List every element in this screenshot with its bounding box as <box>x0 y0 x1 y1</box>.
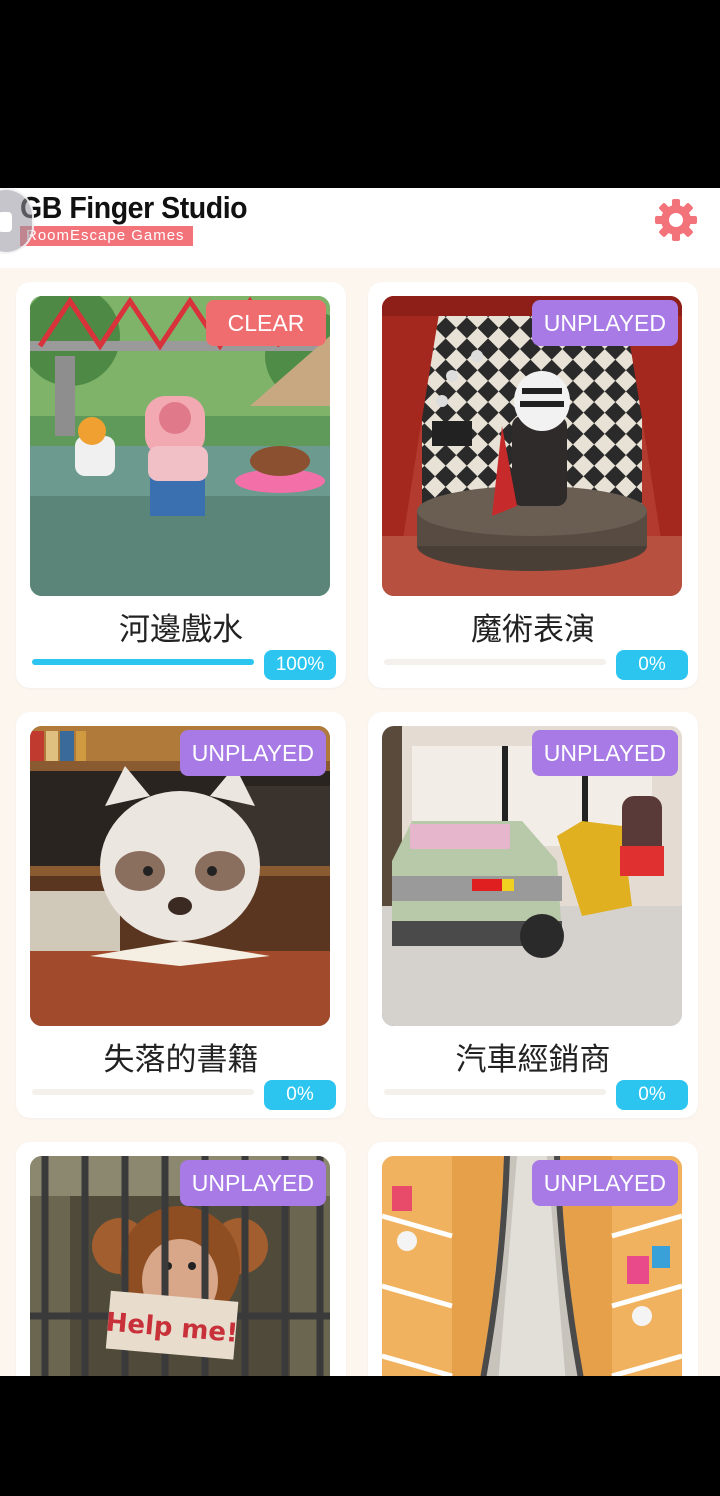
gear-icon <box>655 199 697 241</box>
status-badge: UNPLAYED <box>531 300 678 346</box>
status-bar-area <box>0 0 720 188</box>
app-header: GB Finger Studio RoomEscape Games <box>0 188 720 268</box>
studio-logo-title: GB Finger Studio <box>20 190 248 225</box>
status-badge: UNPLAYED <box>531 730 678 776</box>
game-thumbnail: UNPLAYED <box>30 726 330 1026</box>
progress-bar <box>384 1089 606 1095</box>
progress-percent: 0% <box>264 1080 336 1110</box>
game-thumbnail: Help me! UNPLAYED <box>30 1156 330 1376</box>
game-card-library[interactable]: UNPLAYED 失落的書籍 0% <box>16 712 346 1118</box>
game-title: 河邊戲水 <box>119 612 243 648</box>
progress-percent: 0% <box>616 650 688 680</box>
progress-percent: 0% <box>616 1080 688 1110</box>
game-thumbnail: UNPLAYED <box>382 1156 682 1376</box>
game-thumbnail: UNPLAYED <box>382 726 682 1026</box>
navigation-bar-area <box>0 1376 720 1496</box>
game-card-magic[interactable]: UNPLAYED 魔術表演 0% <box>368 282 698 688</box>
game-thumbnail: UNPLAYED <box>382 296 682 596</box>
status-badge: UNPLAYED <box>179 1160 326 1206</box>
game-title: 魔術表演 <box>471 612 595 648</box>
progress-percent: 100% <box>264 650 336 680</box>
progress-bar <box>32 659 254 665</box>
studio-logo-subtitle: RoomEscape Games <box>20 226 193 246</box>
game-card-mall[interactable]: UNPLAYED <box>368 1142 698 1376</box>
progress-bar <box>32 1089 254 1095</box>
status-badge: UNPLAYED <box>531 1160 678 1206</box>
progress-fill <box>32 659 254 665</box>
game-select-screen: GB Finger Studio RoomEscape Games CLEAR … <box>0 188 720 1376</box>
game-card-river[interactable]: CLEAR 河邊戲水 100% <box>16 282 346 688</box>
status-badge: UNPLAYED <box>179 730 326 776</box>
progress-bar <box>384 659 606 665</box>
settings-button[interactable] <box>652 196 700 244</box>
game-title: 汽車經銷商 <box>455 1042 611 1078</box>
status-badge: CLEAR <box>206 300 326 346</box>
game-thumbnail: CLEAR <box>30 296 330 596</box>
game-card-jail[interactable]: Help me! UNPLAYED <box>16 1142 346 1376</box>
game-card-car-dealer[interactable]: UNPLAYED 汽車經銷商 0% <box>368 712 698 1118</box>
game-title: 失落的書籍 <box>103 1042 259 1078</box>
